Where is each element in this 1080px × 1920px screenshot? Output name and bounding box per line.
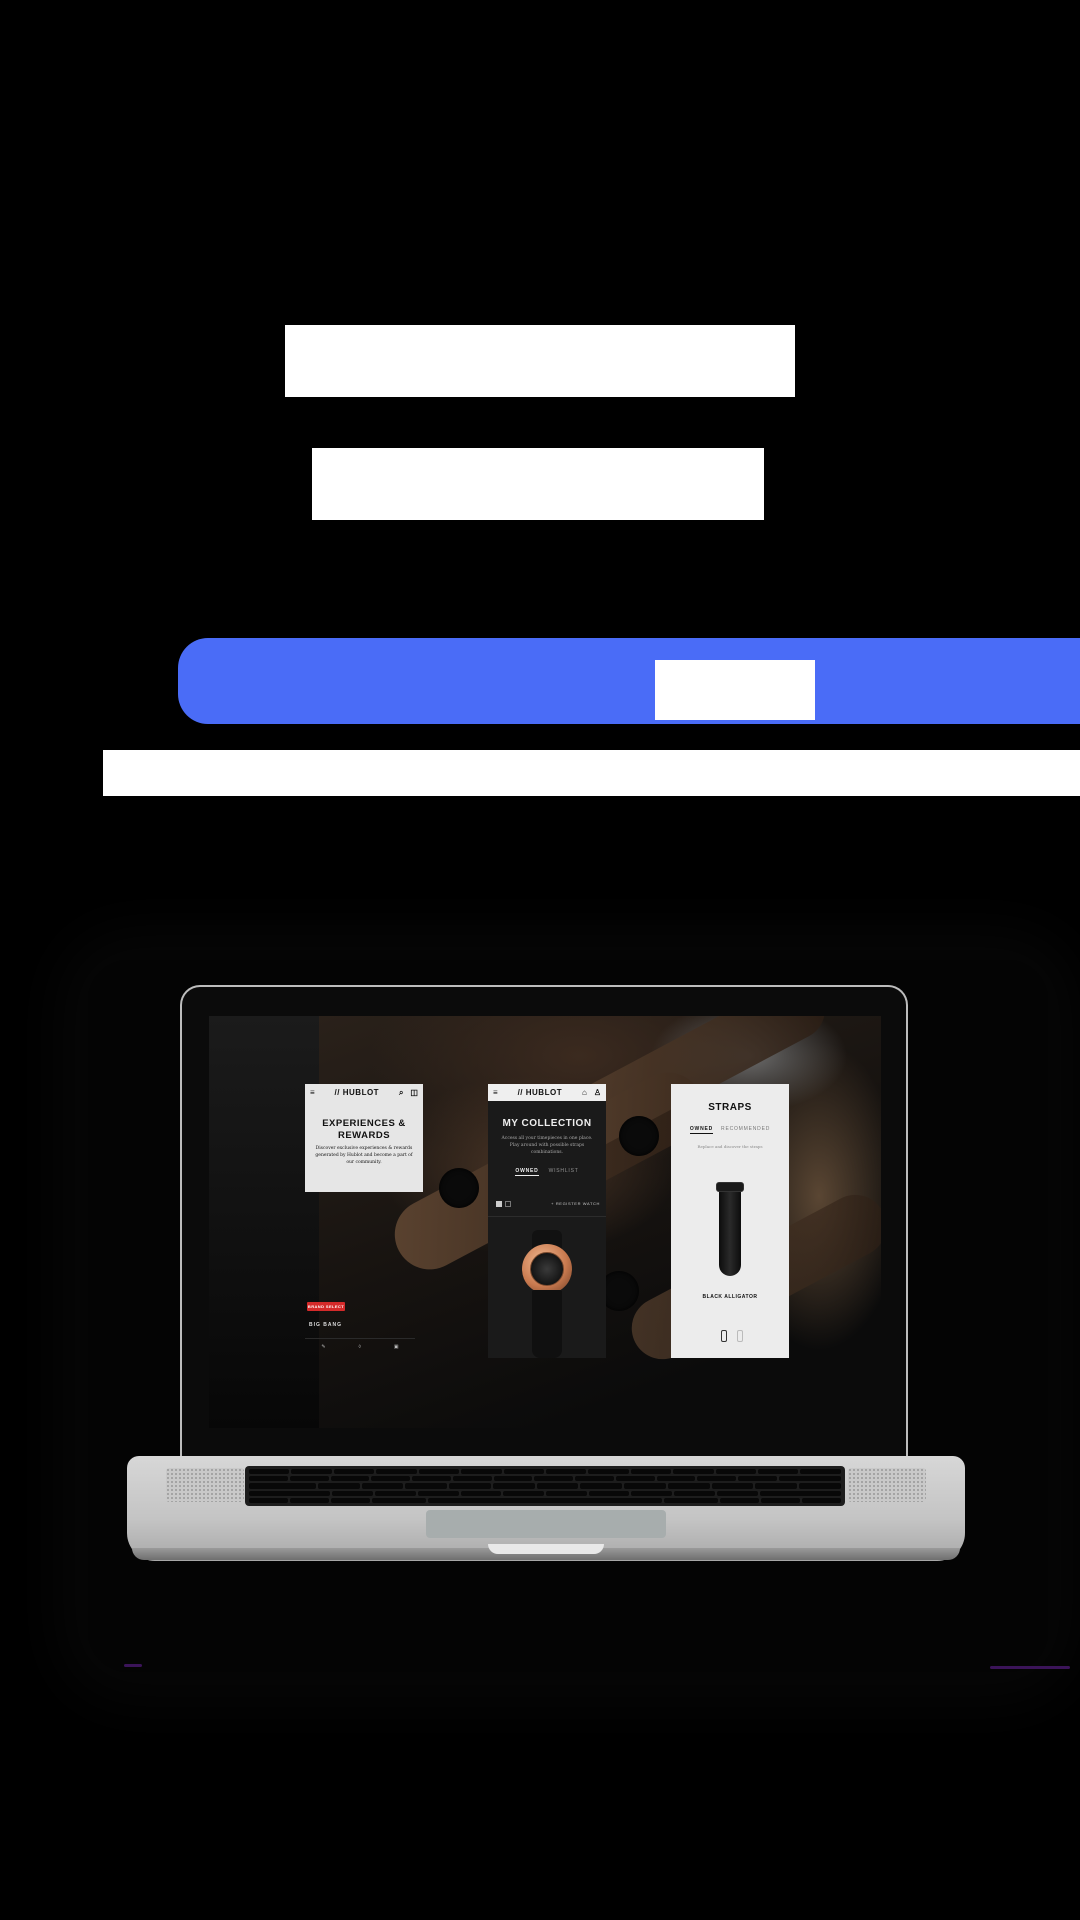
laptop-screen: ≡ // HUBLOT ⌕ ◫ EXPERIENCES & REWARDS Di… — [209, 1016, 881, 1428]
collection-tabs: OWNED WISHLIST — [488, 1168, 606, 1176]
speaker-grill-left — [166, 1468, 244, 1502]
card-title: MY COLLECTION — [502, 1118, 592, 1129]
card-description: Discover exclusive experiences & rewards… — [315, 1146, 413, 1165]
card-description: Access all your timepieces in one place.… — [501, 1136, 593, 1155]
headline-mask-1 — [285, 325, 795, 397]
strap-image[interactable] — [716, 1182, 744, 1276]
tab-owned[interactable]: OWNED — [689, 1126, 714, 1134]
search-icon[interactable]: ⌕ — [399, 1088, 403, 1098]
app-header: ≡ // HUBLOT ⌂ ♙ — [488, 1084, 606, 1101]
nav-profile-icon[interactable]: ▣ — [394, 1344, 399, 1350]
shadow-streak-left — [124, 1664, 142, 1667]
card-title: EXPERIENCES & REWARDS — [322, 1118, 406, 1141]
user-icon[interactable]: ♙ — [594, 1088, 601, 1097]
register-watch-link[interactable]: + REGISTER WATCH — [551, 1201, 600, 1206]
hublot-mark-icon: // — [517, 1088, 524, 1097]
strap-thumbnails — [721, 1330, 743, 1342]
headline-accent-mask — [178, 638, 1080, 724]
straps-card[interactable]: STRAPS OWNED RECOMMENDED Replace and dis… — [671, 1084, 789, 1358]
menu-icon[interactable]: ≡ — [310, 1088, 315, 1097]
headline-mask-3 — [655, 660, 815, 720]
divider — [488, 1216, 606, 1217]
experiences-card[interactable]: ≡ // HUBLOT ⌕ ◫ EXPERIENCES & REWARDS Di… — [305, 1084, 423, 1192]
screen-dark-panel — [209, 1016, 319, 1428]
bottom-nav: ✎ ◊ ▣ — [305, 1338, 415, 1355]
strap-buckle — [716, 1182, 744, 1192]
headline-mask-2 — [312, 448, 764, 520]
tab-wishlist[interactable]: WISHLIST — [549, 1168, 579, 1176]
strap-name: BLACK ALLIGATOR — [702, 1294, 758, 1300]
nav-collection-icon[interactable]: ◊ — [358, 1344, 360, 1350]
card-title: STRAPS — [708, 1102, 752, 1113]
strap-hole-1 — [439, 1168, 479, 1208]
keyboard — [245, 1466, 845, 1506]
list-view-icon[interactable] — [505, 1201, 511, 1207]
brand-logo: // HUBLOT — [334, 1088, 380, 1097]
subtitle-mask — [103, 750, 1080, 796]
tab-owned[interactable]: OWNED — [515, 1168, 539, 1176]
strap-thumb-icon[interactable] — [721, 1330, 727, 1342]
watch-strap-bottom — [532, 1290, 562, 1358]
tab-recommended[interactable]: RECOMMENDED — [721, 1126, 770, 1134]
plus-icon: + — [551, 1201, 555, 1206]
hublot-mark-icon: // — [334, 1088, 340, 1097]
straps-subtitle: Replace and discover the straps — [697, 1144, 763, 1149]
watch-case[interactable] — [522, 1244, 572, 1294]
straps-tabs: OWNED RECOMMENDED — [671, 1126, 789, 1134]
view-toggle — [496, 1201, 511, 1207]
home-icon[interactable]: ⌂ — [582, 1088, 587, 1097]
strap-hole-2 — [619, 1116, 659, 1156]
bag-icon[interactable]: ◫ — [410, 1088, 418, 1098]
strap-thumb-icon[interactable] — [737, 1330, 743, 1342]
nav-watch-icon[interactable]: ✎ — [321, 1344, 325, 1350]
collection-card[interactable]: ≡ // HUBLOT ⌂ ♙ MY COLLECTION Access all… — [488, 1084, 606, 1358]
menu-icon[interactable]: ≡ — [493, 1088, 498, 1097]
grid-view-icon[interactable] — [496, 1201, 502, 1207]
brand-select-badge: BRAND SELECT — [307, 1302, 345, 1311]
shadow-streak-right — [990, 1666, 1070, 1669]
watch-dial — [530, 1252, 564, 1286]
trackpad — [426, 1510, 666, 1538]
lid-notch — [488, 1544, 604, 1554]
app-header: ≡ // HUBLOT ⌕ ◫ — [305, 1084, 423, 1101]
speaker-grill-right — [848, 1468, 926, 1502]
brand-logo: // HUBLOT — [517, 1088, 563, 1097]
model-name: BIG BANG — [309, 1322, 342, 1328]
